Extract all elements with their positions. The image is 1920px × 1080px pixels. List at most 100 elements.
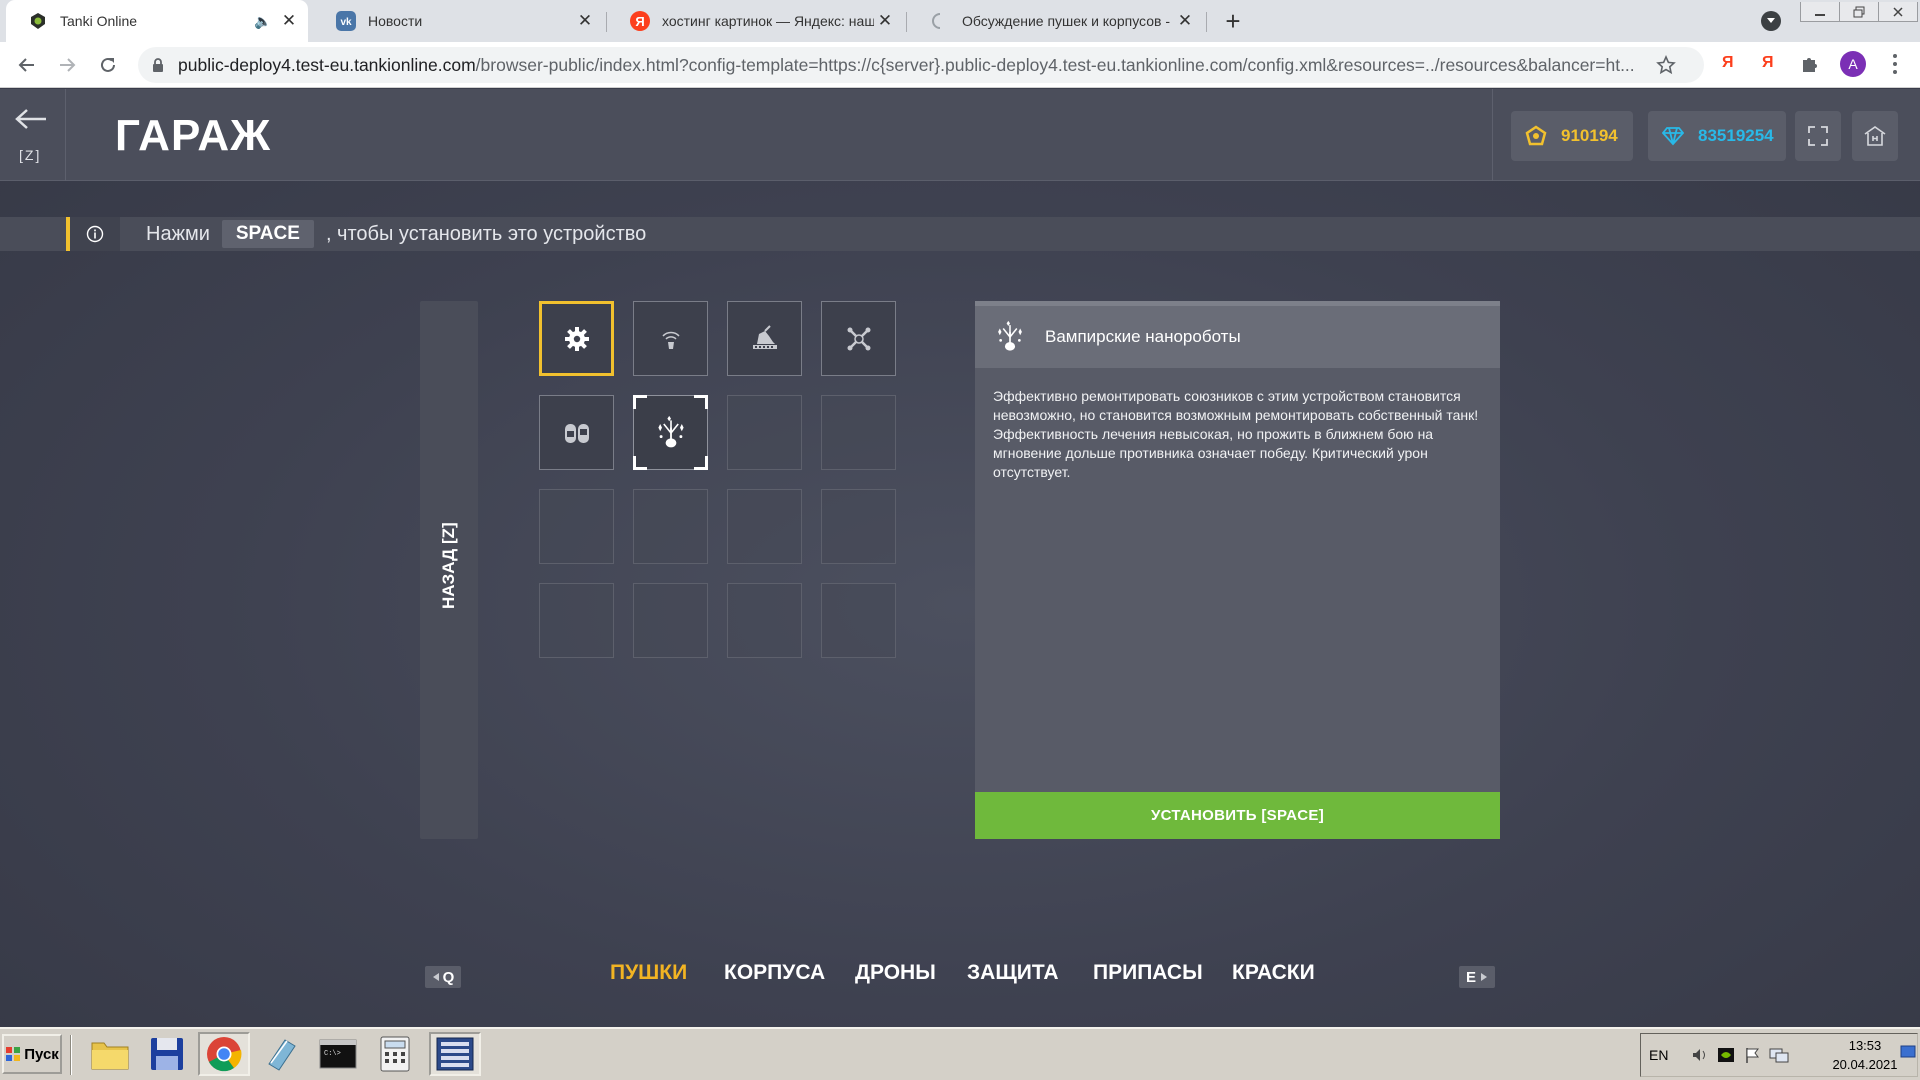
device-slot[interactable] xyxy=(727,301,802,376)
close-tab-icon[interactable]: ✕ xyxy=(574,10,596,32)
install-button[interactable]: УСТАНОВИТЬ [SPACE] xyxy=(975,792,1500,839)
device-name: Вампирские нанороботы xyxy=(1045,327,1241,346)
device-detail-header: Вампирские нанороботы xyxy=(975,306,1500,368)
url-host: public-deploy4.test-eu.tankionline.com xyxy=(178,54,476,75)
fullscreen-button[interactable] xyxy=(1795,111,1841,161)
taskbar-divider xyxy=(70,1035,72,1075)
start-button[interactable]: Пуск xyxy=(2,1034,62,1074)
empty-slot xyxy=(633,489,708,564)
yandex-ext-icon[interactable]: Я xyxy=(1722,54,1734,72)
tab-category[interactable]: КОРПУСА xyxy=(724,961,825,985)
bookmark-star-icon[interactable] xyxy=(1656,55,1676,75)
flag-icon[interactable] xyxy=(1743,1046,1761,1064)
forward-arrow-icon[interactable] xyxy=(50,48,84,82)
tab-discussion[interactable]: Обсуждение пушек и корпусов - Т ✕ xyxy=(908,0,1204,42)
tab-title: Новости xyxy=(368,13,423,29)
crystals-balance[interactable]: 910194 xyxy=(1511,111,1633,161)
network-icon[interactable] xyxy=(1769,1046,1789,1064)
tab-title: Tanki Online xyxy=(60,13,138,29)
back-arrow-icon xyxy=(14,107,48,131)
nvidia-icon[interactable] xyxy=(1717,1046,1735,1064)
clock[interactable]: 13:53 20.04.2021 xyxy=(1817,1036,1913,1074)
url-path: /browser-public/index.html?config-templa… xyxy=(475,54,1635,75)
gear-icon xyxy=(542,304,611,373)
speaker-icon[interactable]: 🔈 xyxy=(252,10,274,32)
next-category-button[interactable]: E xyxy=(1459,966,1495,988)
window-list-icon[interactable] xyxy=(429,1032,481,1076)
tab-category[interactable]: КРАСКИ xyxy=(1232,961,1315,985)
show-desktop-icon[interactable] xyxy=(1900,1044,1916,1060)
tab-yandex-images[interactable]: Я хостинг картинок — Яндекс: нашл ✕ xyxy=(608,0,904,42)
tab-news[interactable]: vk Новости ✕ xyxy=(314,0,604,42)
browser-tab-bar: Tanki Online 🔈 ✕ vk Новости ✕ Я хостинг … xyxy=(0,0,1920,42)
tab-separator xyxy=(606,12,607,32)
nanobots-icon xyxy=(993,320,1033,354)
capsules-icon xyxy=(540,396,613,469)
home-button[interactable] xyxy=(1852,111,1898,161)
address-bar[interactable]: public-deploy4.test-eu.tankionline.com/b… xyxy=(138,47,1704,83)
extensions-puzzle-icon[interactable] xyxy=(1800,54,1820,74)
language-indicator[interactable]: EN xyxy=(1649,1047,1679,1063)
menu-kebab-icon[interactable] xyxy=(1888,52,1902,76)
minimize-icon[interactable] xyxy=(1801,2,1840,21)
triangle-right-icon xyxy=(1481,973,1487,981)
tab-title: хостинг картинок — Яндекс: нашл xyxy=(662,13,874,29)
page-title: ГАРАЖ xyxy=(115,111,271,160)
device-slot[interactable] xyxy=(539,395,614,470)
side-back-panel[interactable]: НАЗАД [Z] xyxy=(420,301,478,839)
close-tab-icon[interactable]: ✕ xyxy=(874,10,896,32)
loading-icon xyxy=(930,11,950,31)
new-tab-plus-icon[interactable]: + xyxy=(1218,6,1248,36)
device-slot[interactable] xyxy=(821,301,896,376)
garage-back-button[interactable]: [Z] xyxy=(0,89,66,181)
empty-slot xyxy=(539,583,614,658)
tankoins-balance[interactable]: 83519254 xyxy=(1648,111,1786,161)
empty-slot xyxy=(727,395,802,470)
tab-category[interactable]: ДРОНЫ xyxy=(855,961,936,985)
yandex-ext-icon[interactable]: Я xyxy=(1762,54,1774,72)
profile-avatar[interactable]: A xyxy=(1840,51,1866,77)
device-slot[interactable] xyxy=(633,301,708,376)
back-arrow-icon[interactable] xyxy=(10,48,44,82)
tab-category[interactable]: ПРИПАСЫ xyxy=(1093,961,1203,985)
terminal-icon[interactable]: C:\> xyxy=(312,1032,364,1076)
close-window-icon[interactable] xyxy=(1879,2,1917,21)
chrome-icon[interactable] xyxy=(198,1032,250,1076)
svg-text:Я: Я xyxy=(635,14,644,29)
next-category-key: E xyxy=(1465,968,1476,986)
volume-icon[interactable] xyxy=(1691,1046,1709,1064)
crystals-amount: 910194 xyxy=(1561,126,1618,145)
windows-logo-icon xyxy=(6,1047,21,1061)
floppy-save-icon[interactable] xyxy=(141,1032,193,1076)
folder-icon[interactable] xyxy=(84,1032,136,1076)
empty-slot xyxy=(727,489,802,564)
close-tab-icon[interactable]: ✕ xyxy=(1174,10,1196,32)
device-description: Эффективно ремонтировать союзников с эти… xyxy=(993,388,1479,480)
calculator-icon[interactable] xyxy=(369,1032,421,1076)
vk-icon: vk xyxy=(336,11,356,31)
crossed-bones-icon xyxy=(822,302,895,375)
clock-time: 13:53 xyxy=(1848,1038,1882,1053)
reload-icon[interactable] xyxy=(91,48,125,82)
tank-icon xyxy=(28,11,48,31)
tab-separator xyxy=(1206,12,1207,32)
tab-separator xyxy=(906,12,907,32)
browser-toolbar: public-deploy4.test-eu.tankionline.com/b… xyxy=(0,42,1920,88)
restore-icon[interactable] xyxy=(1840,2,1879,21)
close-tab-icon[interactable]: ✕ xyxy=(278,10,300,32)
notepad-icon[interactable] xyxy=(255,1032,307,1076)
system-tray: EN 13:53 20.04.2021 xyxy=(1640,1033,1918,1077)
svg-text:vk: vk xyxy=(340,17,352,28)
hint-before: Нажми xyxy=(146,222,210,245)
selection-corner xyxy=(694,395,708,409)
device-slot[interactable] xyxy=(539,301,614,376)
home-icon xyxy=(1864,126,1886,146)
tab-category[interactable]: ПУШКИ xyxy=(610,961,687,985)
tab-tanki-online[interactable]: Tanki Online 🔈 ✕ xyxy=(6,0,308,42)
empty-slot xyxy=(633,583,708,658)
back-hotkey: [Z] xyxy=(19,147,42,163)
window-controls xyxy=(1800,2,1918,22)
tab-category[interactable]: ЗАЩИТА xyxy=(967,961,1059,985)
device-slot[interactable] xyxy=(633,395,708,470)
tab-search-icon[interactable] xyxy=(1761,11,1781,31)
